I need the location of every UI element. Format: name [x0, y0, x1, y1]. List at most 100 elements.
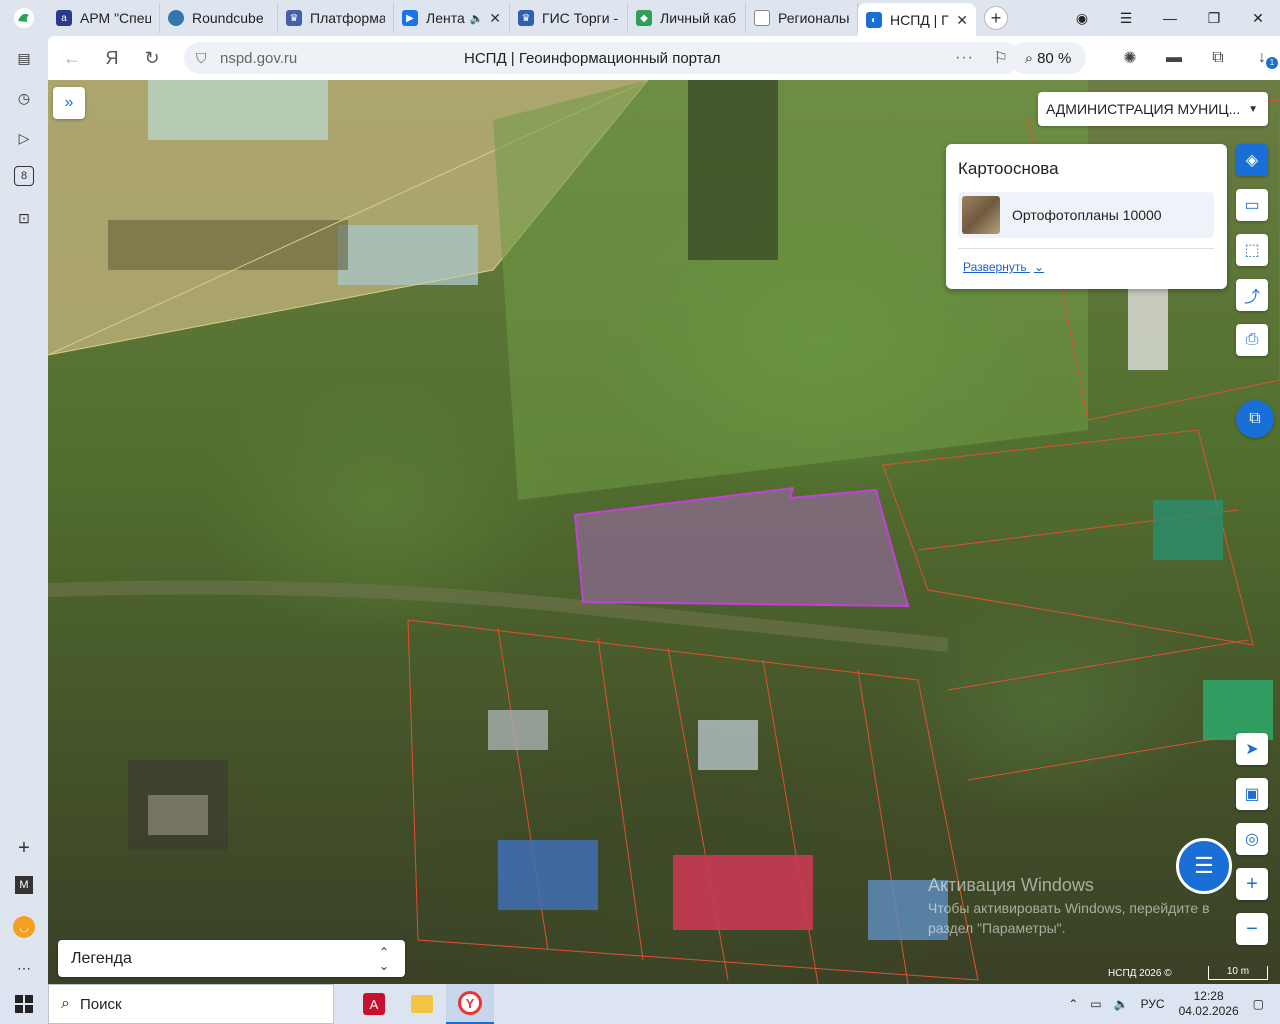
- clock[interactable]: 12:28 04.02.2026: [1179, 989, 1239, 1019]
- select-area-icon: ⬚: [1244, 242, 1260, 259]
- url-field[interactable]: ⛉ nspd.gov.ru НСПД | Геоинформационный п…: [184, 42, 1020, 74]
- menu-icon[interactable]: ☰: [1104, 10, 1148, 27]
- volume-icon[interactable]: 🔈: [1114, 997, 1129, 1011]
- expand-link[interactable]: Развернуть ⌄: [963, 260, 1044, 274]
- assistant-button[interactable]: ⧉: [1236, 400, 1274, 438]
- mail-icon[interactable]: M: [15, 876, 33, 894]
- minimap-icon: ▣: [1244, 786, 1260, 803]
- geolocation-button[interactable]: ◎: [1236, 823, 1268, 855]
- close-tab-icon[interactable]: ✕: [489, 10, 501, 27]
- folder-icon: [411, 995, 433, 1013]
- notifications-icon[interactable]: ▢: [1253, 997, 1264, 1011]
- more-icon[interactable]: ···: [955, 49, 974, 67]
- close-window-icon[interactable]: ✕: [1236, 10, 1280, 27]
- print-button[interactable]: ⎙: [1236, 324, 1268, 356]
- address-bar-row: ← Я ↻ ⛉ nspd.gov.ru НСПД | Геоинформацио…: [48, 36, 1280, 80]
- acrobat-icon: A: [363, 993, 385, 1015]
- browser-sidebar: ▤ ◷ ▷ 8 ⊡ + M ◡ ⋯: [0, 36, 48, 984]
- counter-icon[interactable]: 8: [14, 166, 34, 186]
- windows-logo-icon: [15, 995, 33, 1013]
- page-icon: [754, 10, 770, 26]
- page-title: НСПД | Геоинформационный портал: [464, 49, 721, 67]
- shield-icon: ◆: [636, 10, 652, 26]
- acrobat-app[interactable]: A: [350, 984, 398, 1024]
- tab-platforma[interactable]: ♛ Платформа: [278, 3, 394, 33]
- back-icon[interactable]: ←: [52, 38, 92, 78]
- share-icon: ⤴: [1243, 289, 1260, 306]
- layers-tool-button[interactable]: ◈: [1236, 144, 1268, 176]
- select-area-button[interactable]: ⬚: [1236, 234, 1268, 266]
- reload-icon[interactable]: ↻: [132, 38, 172, 78]
- yandex-icon[interactable]: Я: [92, 38, 132, 78]
- scale-bar: 10 m: [1208, 966, 1268, 980]
- roundcube-icon: [168, 10, 184, 26]
- tab-lk[interactable]: ◆ Личный каб: [628, 3, 746, 33]
- collections-icon[interactable]: ▤: [12, 46, 36, 70]
- taskbar-search[interactable]: ⌕ Поиск: [48, 984, 334, 1024]
- ruler-icon: ▭: [1244, 197, 1260, 214]
- tab-gis-torgi[interactable]: ♛ ГИС Торги -: [510, 3, 628, 33]
- close-tab-icon[interactable]: ✕: [956, 12, 968, 29]
- locate-button[interactable]: ➤: [1236, 733, 1268, 765]
- share-button[interactable]: ⤴: [1236, 279, 1268, 311]
- more-icon[interactable]: ⋯: [12, 956, 36, 980]
- yandex-browser-app[interactable]: Y: [446, 984, 494, 1024]
- chevron-up-icon[interactable]: ⌃: [1068, 997, 1078, 1011]
- tab-lenta[interactable]: ▶ Лента 🔈 ✕: [394, 3, 510, 33]
- emblem-icon: ♛: [518, 10, 534, 26]
- play-icon: ▶: [402, 10, 418, 26]
- minimap-button[interactable]: ▣: [1236, 778, 1268, 810]
- search-icon: ⌕: [61, 995, 70, 1012]
- new-tab-button[interactable]: +: [984, 6, 1008, 30]
- minimize-icon[interactable]: —: [1148, 10, 1192, 26]
- profile-icon[interactable]: ◉: [1060, 10, 1104, 27]
- screenshot-icon[interactable]: ⊡: [12, 206, 36, 230]
- navigation-icon: ➤: [1245, 741, 1259, 758]
- basemap-option[interactable]: Ортофотопланы 10000: [958, 192, 1214, 238]
- target-icon: ◎: [1245, 831, 1259, 848]
- browser-logo-icon[interactable]: [0, 0, 48, 36]
- layers-icon: ◈: [1245, 152, 1259, 169]
- history-icon[interactable]: ◷: [12, 86, 36, 110]
- map-canvas[interactable]: » АДМИНИСТРАЦИЯ МУНИЦ... ▼ Картооснова О…: [48, 80, 1280, 984]
- chevron-down-icon: ▼: [1248, 103, 1258, 115]
- language-indicator[interactable]: РУС: [1141, 997, 1165, 1011]
- video-icon[interactable]: ▷: [12, 126, 36, 150]
- tab-arm[interactable]: а АРМ "Спец: [48, 3, 160, 33]
- tab-nspd[interactable]: ◐ НСПД | Г ✕: [858, 3, 976, 37]
- panel-title: Картооснова: [958, 159, 1059, 178]
- notification-icon[interactable]: ◡: [13, 916, 35, 938]
- municipality-dropdown[interactable]: АДМИНИСТРАЦИЯ МУНИЦ... ▼: [1038, 92, 1268, 126]
- audio-icon[interactable]: 🔈: [470, 12, 484, 25]
- window-controls: ◉ ☰ — ❐ ✕: [1060, 0, 1280, 36]
- tab-roundcube[interactable]: Roundcube: [160, 3, 278, 33]
- emblem-icon: ♛: [286, 10, 302, 26]
- reader-icon[interactable]: ⧉: [1196, 49, 1240, 67]
- nspd-icon: ◐: [866, 12, 882, 28]
- tab-strip: а АРМ "Спец Roundcube ♛ Платформа ▶ Лент…: [0, 0, 1280, 37]
- bookmark-icon[interactable]: ⚐: [994, 48, 1008, 68]
- download-icon[interactable]: ↓ 1: [1240, 49, 1280, 69]
- url-domain: nspd.gov.ru: [220, 49, 298, 67]
- site-info-icon[interactable]: ⛉: [196, 50, 207, 67]
- divider: [958, 248, 1214, 249]
- extension-icon[interactable]: ✺: [1108, 48, 1152, 68]
- zoom-in-button[interactable]: +: [1236, 868, 1268, 900]
- windows-activation-watermark: Активация Windows Чтобы активировать Win…: [928, 875, 1210, 936]
- expand-sidebar-button[interactable]: »: [53, 87, 85, 119]
- zoom-out-button[interactable]: −: [1236, 913, 1268, 945]
- network-icon[interactable]: ▭: [1090, 997, 1101, 1011]
- vpn-icon[interactable]: ▬: [1152, 49, 1196, 67]
- basemap-panel: Картооснова Ортофотопланы 10000 Разверну…: [946, 144, 1227, 289]
- restore-icon[interactable]: ❐: [1192, 10, 1236, 27]
- print-icon: ⎙: [1245, 331, 1259, 348]
- explorer-app[interactable]: [398, 984, 446, 1024]
- start-button[interactable]: [0, 984, 48, 1024]
- minus-icon: −: [1246, 917, 1258, 940]
- add-icon[interactable]: +: [12, 836, 36, 860]
- measure-tool-button[interactable]: ▭: [1236, 189, 1268, 221]
- zoom-indicator[interactable]: ⌕ 80 %: [1010, 42, 1086, 74]
- windows-taskbar: ⌕ Поиск A Y ⌃ ▭ 🔈 РУС 12:28 04.02.2026 ▢: [0, 984, 1280, 1024]
- tab-regional[interactable]: Региональн: [746, 3, 858, 33]
- legend-toggle[interactable]: Легенда ⌃ ⌄: [58, 940, 405, 977]
